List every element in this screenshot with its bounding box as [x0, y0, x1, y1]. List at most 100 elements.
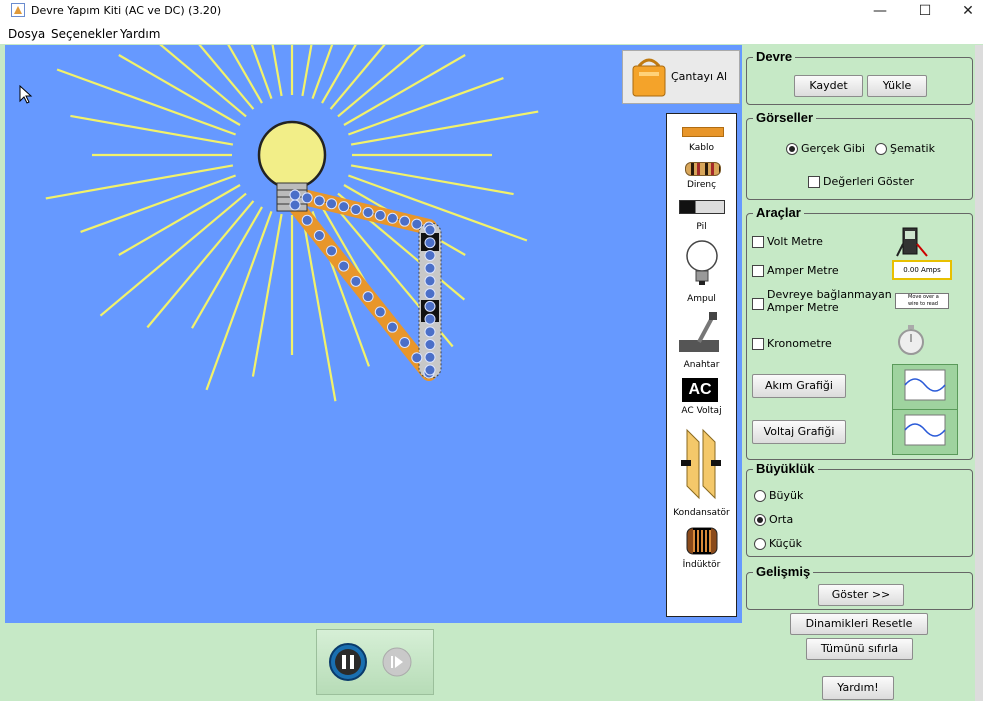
- ac-source-icon: AC: [682, 378, 718, 402]
- show-values-checkbox[interactable]: [808, 176, 820, 188]
- menu-yardim[interactable]: Yardım: [120, 27, 160, 41]
- capacitor-tool-label: Kondansatör: [673, 508, 730, 518]
- light-ray: [159, 45, 247, 118]
- advanced-group-title: Gelişmiş: [753, 564, 814, 579]
- electron: [424, 339, 436, 351]
- voltmeter-checkbox[interactable]: [752, 236, 764, 248]
- reset-dynamics-button[interactable]: Dinamikleri Resetle: [790, 613, 928, 635]
- light-ray: [321, 45, 357, 104]
- electron: [424, 237, 436, 249]
- resistor-icon: [685, 162, 721, 176]
- battery-tool[interactable]: Pil: [667, 198, 736, 234]
- close-button[interactable]: ✕: [948, 0, 983, 24]
- current-graph-wave: [904, 369, 946, 401]
- help-button[interactable]: Yardım!: [822, 676, 894, 700]
- electron: [386, 212, 398, 224]
- visuals-group-title: Görseller: [753, 110, 817, 125]
- electron: [424, 224, 436, 236]
- voltmeter-icon: [896, 227, 928, 257]
- reset-all-button[interactable]: Tümünü sıfırla: [806, 638, 913, 660]
- size-small-label: Küçük: [769, 537, 803, 550]
- light-ray: [56, 68, 236, 136]
- grab-bag-label: Çantayı Al: [671, 70, 728, 83]
- electron: [374, 209, 386, 221]
- bulb-tool-label: Ampul: [687, 294, 716, 304]
- electron: [374, 306, 386, 318]
- bag-icon: [632, 58, 666, 97]
- realistic-label: Gerçek Gibi: [801, 142, 865, 155]
- radio-realistic[interactable]: [786, 143, 798, 155]
- electron: [289, 189, 301, 201]
- circuit-canvas[interactable]: Çantayı Al Kablo Direnç Pil Ampul Anahta…: [5, 45, 742, 623]
- electron: [399, 336, 411, 348]
- current-graph-button[interactable]: Akım Grafiği: [752, 374, 846, 398]
- electron: [411, 218, 423, 230]
- resistor-tool-label: Direnç: [686, 180, 717, 190]
- wire-tool[interactable]: Kablo: [667, 114, 736, 158]
- electron: [424, 300, 436, 312]
- switch-tool-label: Anahtar: [683, 360, 720, 370]
- ammeter-icon: 0.00 Amps: [892, 260, 952, 280]
- maximize-button[interactable]: ☐: [905, 0, 945, 24]
- circuit-group-title: Devre: [753, 49, 796, 64]
- minimize-button[interactable]: —: [860, 0, 900, 24]
- load-button[interactable]: Yükle: [867, 75, 927, 97]
- ac-voltage-tool[interactable]: AC AC Voltaj: [667, 376, 736, 420]
- menu-dosya[interactable]: Dosya: [8, 27, 45, 41]
- noncontact-ammeter-icon: Move over a wire to read current: [895, 293, 949, 309]
- bulb-tool[interactable]: Ampul: [667, 236, 736, 308]
- component-toolbox: Kablo Direnç Pil Ampul Anahtar AC AC Vol…: [666, 113, 737, 617]
- electron: [424, 364, 436, 376]
- voltage-graph-wave: [904, 414, 946, 446]
- electron: [362, 291, 374, 303]
- voltage-graph-icon: [892, 409, 958, 455]
- light-ray: [205, 211, 273, 391]
- electron: [301, 192, 313, 204]
- step-button[interactable]: [381, 646, 413, 678]
- light-ray: [80, 174, 236, 233]
- light-ray: [251, 213, 283, 377]
- stopwatch-checkbox[interactable]: [752, 338, 764, 350]
- tools-group: Araçlar Volt Metre Amper Metre 0.00 Amps…: [746, 205, 973, 460]
- radio-size-medium[interactable]: [754, 514, 766, 526]
- wire-icon: [682, 127, 724, 137]
- electron: [301, 214, 313, 226]
- mouse-cursor-icon: [19, 85, 33, 104]
- light-ray: [227, 45, 263, 104]
- electron: [386, 321, 398, 333]
- resistor-tool[interactable]: Direnç: [667, 160, 736, 196]
- electron: [399, 215, 411, 227]
- radio-size-large[interactable]: [754, 490, 766, 502]
- radio-schematic[interactable]: [875, 143, 887, 155]
- switch-icon: [679, 312, 719, 352]
- switch-tool[interactable]: Anahtar: [667, 312, 736, 374]
- light-ray: [45, 164, 234, 200]
- capacitor-tool[interactable]: Kondansatör: [667, 426, 736, 518]
- playback-panel: [316, 629, 434, 695]
- voltmeter-label: Volt Metre: [767, 235, 823, 248]
- show-advanced-button[interactable]: Göster >>: [818, 584, 904, 606]
- pause-button[interactable]: [328, 642, 368, 682]
- light-rays: [45, 45, 539, 402]
- show-values-label: Değerleri Göster: [823, 175, 914, 188]
- save-button[interactable]: Kaydet: [794, 75, 863, 97]
- circuit-group: Devre Kaydet Yükle: [746, 49, 973, 105]
- voltage-graph-button[interactable]: Voltaj Grafiği: [752, 420, 846, 444]
- menu-secenekler[interactable]: Seçenekler: [51, 27, 118, 41]
- ac-voltage-tool-label: AC Voltaj: [681, 406, 722, 416]
- inductor-tool[interactable]: İndüktör: [667, 524, 736, 572]
- inductor-icon: [686, 527, 718, 555]
- radio-size-small[interactable]: [754, 538, 766, 550]
- circuit-drawing: [45, 45, 539, 402]
- electron: [326, 198, 338, 210]
- ammeter-label: Amper Metre: [767, 264, 839, 277]
- control-panel: Devre Kaydet Yükle Görseller Gerçek Gibi…: [743, 45, 983, 701]
- electron: [350, 275, 362, 287]
- ammeter-checkbox[interactable]: [752, 265, 764, 277]
- size-large-label: Büyük: [769, 489, 804, 502]
- vertical-scrollbar[interactable]: [975, 45, 983, 701]
- grab-bag-button[interactable]: Çantayı Al: [622, 50, 740, 104]
- current-graph-icon: [892, 364, 958, 410]
- visuals-group: Görseller Gerçek Gibi Şematik Değerleri …: [746, 110, 973, 200]
- noncontact-ammeter-checkbox[interactable]: [752, 298, 764, 310]
